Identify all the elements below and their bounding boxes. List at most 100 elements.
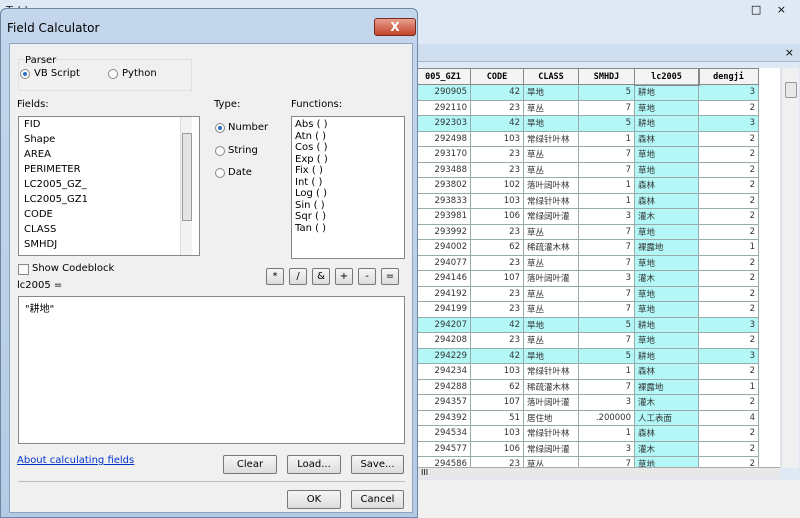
number-label[interactable]: Number [228,122,268,133]
field-item[interactable]: PERIMETER [19,162,199,177]
radio-string[interactable] [215,146,225,156]
scroll-thumb[interactable] [182,133,192,221]
function-item[interactable]: Cos ( ) [292,142,404,154]
function-item[interactable]: Abs ( ) [292,119,404,131]
table-cell: 292110 [415,99,471,116]
table-cell: 7 [578,378,635,395]
about-calculating-fields-link[interactable]: About calculating fields [17,455,134,466]
table-row[interactable]: 294288 62 稀疏灌木林 7 裸露地 1 [415,378,759,395]
table-row[interactable]: 292498 103 常绿针叶林 1 森林 2 [415,130,759,147]
show-codeblock-checkbox[interactable] [18,264,29,275]
operator-button[interactable]: / [289,268,307,285]
python-label[interactable]: Python [122,68,157,79]
radio-date[interactable] [215,168,225,178]
table-cell: 107 [470,270,524,287]
field-item[interactable]: AREA [19,147,199,162]
column-header[interactable]: SMHDJ [578,68,635,85]
table-row[interactable]: 294577 106 常绿阔叶灌 3 灌木 2 [415,440,759,457]
vertical-scrollbar[interactable] [781,68,799,468]
table-cell: 106 [470,208,524,225]
radio-python[interactable] [108,69,118,79]
load-button[interactable]: Load... [287,455,341,474]
radio-number[interactable] [215,123,225,133]
field-item[interactable]: SMHDJ [19,237,199,252]
table-row[interactable]: 294234 103 常绿针叶林 1 森林 2 [415,363,759,380]
function-item[interactable]: Exp ( ) [292,154,404,166]
function-item[interactable]: Atn ( ) [292,131,404,143]
expression-input[interactable]: "耕地" [18,296,405,444]
column-header[interactable]: CLASS [523,68,579,85]
radio-vbscript[interactable] [20,69,30,79]
table-row[interactable]: 293833 103 常绿针叶林 1 森林 2 [415,192,759,209]
field-item[interactable]: LC2005_GZ_ [19,177,199,192]
table-cell: 294207 [415,316,471,333]
table-cell: 7 [578,332,635,349]
function-item[interactable]: Fix ( ) [292,165,404,177]
function-item[interactable]: Sin ( ) [292,200,404,212]
table-row[interactable]: 293170 23 草丛 7 草地 2 [415,146,759,163]
table-row[interactable]: 294392 51 居住地 .200000 人工表面 4 [415,409,759,426]
column-header[interactable]: 005_GZ1 [415,68,471,85]
field-item[interactable]: CODE [19,207,199,222]
column-header[interactable]: dengji [698,68,759,85]
table-row[interactable]: 293802 102 落叶阔叶林 1 森林 2 [415,177,759,194]
table-row[interactable]: 294207 42 旱地 5 耕地 3 [415,316,759,333]
cancel-button[interactable]: Cancel [351,490,404,509]
column-header[interactable]: CODE [470,68,524,85]
ok-button[interactable]: OK [287,490,341,509]
field-item[interactable]: FID [19,117,199,132]
horizontal-scrollbar[interactable]: III [415,467,780,479]
field-item[interactable]: LC2005_GZ1 [19,192,199,207]
table-cell: 23 [470,223,524,240]
operator-button[interactable]: + [335,268,353,285]
string-label[interactable]: String [228,145,258,156]
table-row[interactable]: 294534 103 常绿针叶林 1 森林 2 [415,425,759,442]
table-row[interactable]: 294077 23 草丛 7 草地 2 [415,254,759,271]
table-cell: 7 [578,146,635,163]
table-cell: 2 [698,161,759,178]
function-item[interactable]: Log ( ) [292,188,404,200]
operator-button[interactable]: = [381,268,399,285]
table-row[interactable]: 294208 23 草丛 7 草地 2 [415,332,759,349]
table-row[interactable]: 293488 23 草丛 7 草地 2 [415,161,759,178]
table-cell: 102 [470,177,524,194]
table-window-controls[interactable]: □ × [751,3,792,16]
table-cell: 293833 [415,192,471,209]
table-row[interactable]: 293992 23 草丛 7 草地 2 [415,223,759,240]
field-item[interactable]: CLASS [19,222,199,237]
table-cell: 稀疏灌木林 [523,239,579,256]
table-row[interactable]: 294357 107 落叶阔叶灌 3 灌木 2 [415,394,759,411]
table-row[interactable]: 294002 62 稀疏灌木林 7 裸露地 1 [415,239,759,256]
dialog-body: Parser VB Script Python Fields: FID Shape… [9,43,413,513]
column-header[interactable]: lc2005 [633,68,700,86]
table-row[interactable]: 294146 107 落叶阔叶灌 3 灌木 2 [415,270,759,287]
function-item[interactable]: Tan ( ) [292,223,404,235]
close-icon[interactable]: × [785,46,794,59]
date-label[interactable]: Date [228,167,252,178]
table-row[interactable]: 294229 42 旱地 5 耕地 3 [415,347,759,364]
fields-list[interactable]: FID Shape AREA PERIMETER LC2005_GZ_ LC2005_GZ… [18,116,200,256]
operator-button[interactable]: - [358,268,376,285]
operator-button[interactable]: & [312,268,330,285]
scroll-thumb[interactable] [785,82,797,98]
table-row[interactable]: 290905 42 旱地 5 耕地 3 [415,84,759,101]
show-codeblock-label[interactable]: Show Codeblock [32,263,114,274]
fields-scrollbar[interactable] [180,117,192,255]
table-cell: 7 [578,223,635,240]
functions-list[interactable]: Abs ( ) Atn ( ) Cos ( ) Exp ( ) Fix ( ) Int (… [291,116,405,259]
table-row[interactable]: 293981 106 常绿阔叶灌 3 灌木 2 [415,208,759,225]
field-item[interactable]: Shape [19,132,199,147]
table-row[interactable]: 294192 23 草丛 7 草地 2 [415,285,759,302]
clear-button[interactable]: Clear [223,455,277,474]
function-item[interactable]: Int ( ) [292,177,404,189]
table-row[interactable]: 292303 42 旱地 5 耕地 3 [415,115,759,132]
vbscript-label[interactable]: VB Script [34,68,80,79]
close-button[interactable]: X [374,18,416,36]
table-row[interactable]: 294199 23 草丛 7 草地 2 [415,301,759,318]
table-cell: 草丛 [523,332,579,349]
save-button[interactable]: Save... [351,455,404,474]
table-row[interactable]: 292110 23 草丛 7 草地 2 [415,99,759,116]
table-cell: 294288 [415,378,471,395]
function-item[interactable]: Sqr ( ) [292,211,404,223]
operator-button[interactable]: * [266,268,284,285]
